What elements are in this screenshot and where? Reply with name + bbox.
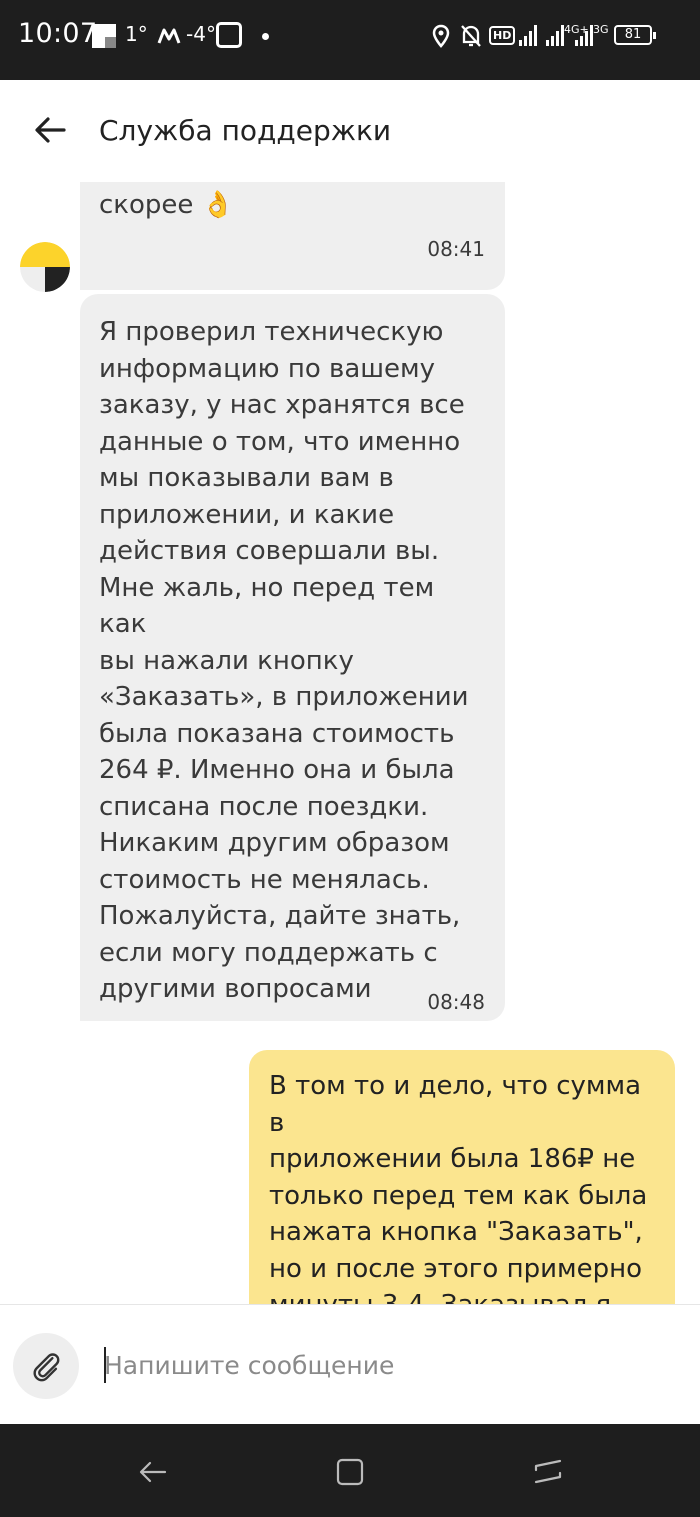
nav-recents-button[interactable] (528, 1452, 568, 1492)
support-avatar (20, 242, 70, 292)
message-input[interactable] (104, 1343, 664, 1387)
back-button[interactable] (26, 106, 74, 154)
nav-home-icon (336, 1458, 364, 1486)
weather-temp-1: 1° (125, 22, 148, 46)
attach-button[interactable] (13, 1333, 79, 1399)
message-text: Я проверил техническую информацию по ваш… (99, 317, 469, 1004)
signal-icon-3: 3G (575, 24, 609, 46)
message-time: 08:48 (427, 990, 485, 1014)
message-composer (0, 1304, 700, 1424)
nav-back-icon (139, 1461, 167, 1483)
gallery-notification-icon (92, 24, 116, 48)
hd-voice-icon: HD (489, 26, 516, 45)
app-notification-icon (216, 22, 242, 48)
arrow-left-icon (35, 117, 66, 143)
message-time: 08:41 (427, 237, 485, 261)
signal-icon-1 (519, 24, 537, 46)
message-text: В том то и дело, что сумма в приложении … (269, 1071, 648, 1304)
nav-recents-icon (534, 1459, 562, 1484)
message-outgoing: В том то и дело, что сумма в приложении … (249, 1050, 675, 1304)
more-notifications-icon (262, 33, 269, 40)
battery-icon: 81 (614, 25, 656, 45)
support-logo-icon (20, 242, 70, 292)
status-time: 10:07 (18, 18, 98, 49)
nav-home-button[interactable] (330, 1452, 370, 1492)
message-incoming: Постараюсь как можно скорее 👌 08:41 (80, 182, 505, 290)
weather-temp-2: -4° (186, 22, 216, 46)
nav-back-button[interactable] (133, 1452, 173, 1492)
mute-bell-icon (461, 25, 481, 47)
chat-header: Служба поддержки (0, 80, 700, 182)
system-nav-bar (0, 1424, 700, 1517)
text-cursor (104, 1347, 106, 1383)
location-icon (432, 24, 450, 48)
message-incoming: Я проверил техническую информацию по ваш… (80, 294, 505, 1021)
maps-icon (157, 28, 181, 44)
message-text: Постараюсь как можно скорее 👌 (99, 182, 420, 220)
network-type-2: 3G (593, 23, 609, 36)
paperclip-icon (33, 1353, 60, 1382)
message-list[interactable]: Постараюсь как можно скорее 👌 08:41 Я пр… (0, 182, 700, 1304)
status-bar: 10:07 1° -4° HD 4G+ 3G 81 (0, 0, 700, 80)
page-title: Служба поддержки (99, 114, 392, 147)
